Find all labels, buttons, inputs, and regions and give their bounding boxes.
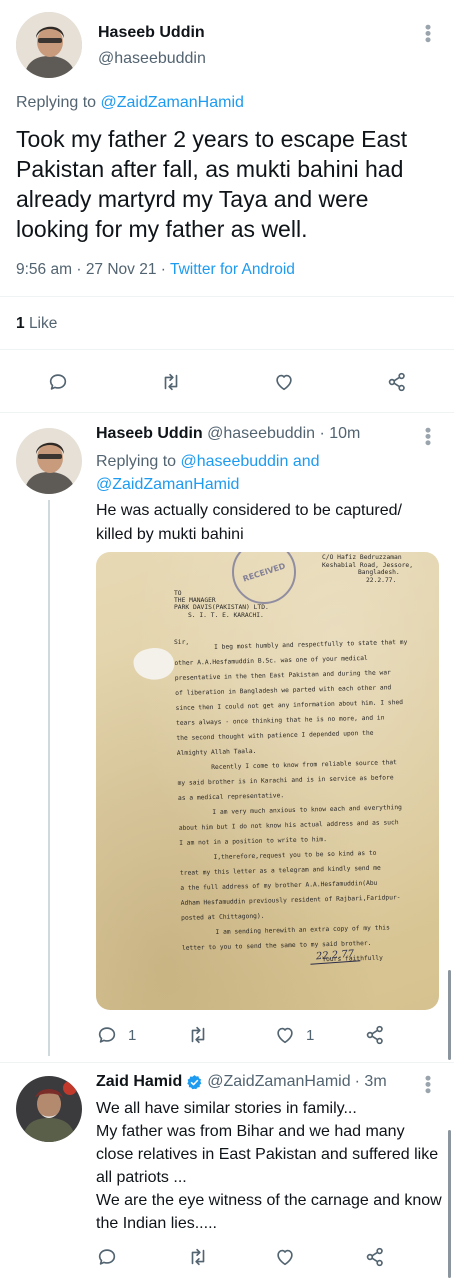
author-name[interactable]: Haseeb Uddin [98, 24, 205, 42]
tweet-time[interactable]: 9:56 am [16, 261, 72, 278]
like-icon [276, 374, 292, 391]
share-button[interactable] [364, 1246, 386, 1268]
thread-line [48, 500, 50, 1056]
scrollbar[interactable] [448, 1130, 451, 1278]
likes-label: Like [28, 315, 58, 332]
retweet-icon [191, 1248, 205, 1266]
reply-header: Haseeb Uddin @haseebuddin · 10m [96, 425, 360, 443]
reply-age[interactable]: · 10m [319, 425, 360, 442]
avatar-photo-icon [16, 12, 82, 78]
reply-line: My father was from Bihar and we had many… [96, 1123, 439, 1186]
author-handle[interactable]: @haseebuddin [98, 50, 206, 68]
author-handle[interactable]: @haseebuddin [207, 425, 315, 442]
author-handle[interactable]: @ZaidZamanHamid [207, 1073, 350, 1091]
retweet-button[interactable] [187, 1246, 209, 1268]
retweet-icon [164, 373, 178, 391]
stamp-text: RECEIVED [241, 561, 287, 584]
like-button[interactable]: 1 [274, 1024, 314, 1046]
replying-to: Replying to @ZaidZamanHamid [16, 94, 244, 112]
replying-to-link[interactable]: @ZaidZamanHamid [96, 476, 239, 493]
reply-line: We all have similar stories in family... [96, 1100, 357, 1117]
likes-count: 1 [16, 315, 25, 332]
like-icon [277, 1249, 293, 1266]
author-name[interactable]: Haseeb Uddin [96, 425, 203, 442]
letter-recipient: TO THE MANAGER PARK DAVIS(PAKISTAN) LTD.… [174, 590, 269, 619]
reply-header: Zaid Hamid @ZaidZamanHamid · 3m [96, 1073, 387, 1091]
recipient-line: S. I. T. E. KARACHI. [188, 611, 264, 619]
recipient-line: TO [174, 590, 182, 597]
recipient-line: THE MANAGER [174, 597, 216, 605]
verified-icon [187, 1074, 202, 1089]
share-button[interactable] [386, 371, 408, 393]
meta-separator: · [76, 261, 82, 278]
reply-count: 1 [128, 1026, 137, 1044]
signature-date: 22.2.77 [315, 948, 355, 963]
reply-button[interactable] [96, 1246, 118, 1268]
address-line: Keshabial Road, Jessore, [322, 561, 413, 569]
address-line: C/O Hafiz Bedruzzaman [322, 554, 402, 561]
replying-to-link[interactable]: @haseebuddin [181, 453, 289, 470]
reply-button[interactable] [47, 371, 69, 393]
scrollbar[interactable] [448, 970, 451, 1060]
more-icon[interactable]: ••• [418, 1075, 438, 1094]
meta-separator: · [160, 261, 166, 278]
replying-prefix: Replying to [96, 453, 177, 470]
share-icon [366, 1247, 383, 1267]
like-button[interactable] [274, 1246, 296, 1268]
like-count: 1 [306, 1026, 315, 1044]
reply-icon [49, 374, 67, 390]
recipient-line: PARK DAVIS(PAKISTAN) LTD. [174, 604, 269, 612]
reply-age[interactable]: · 3m [355, 1073, 387, 1091]
likes-stat[interactable]: 1 Like [16, 315, 57, 333]
avatar-photo-icon [16, 428, 82, 494]
tweet-date[interactable]: 27 Nov 21 [86, 261, 157, 278]
retweet-button[interactable] [187, 1024, 209, 1046]
retweet-button[interactable] [160, 371, 182, 393]
avatar-photo-icon [16, 1076, 82, 1142]
share-icon [366, 1025, 383, 1045]
reply-icon [98, 1027, 116, 1043]
address-line: Bangladesh. [358, 569, 400, 576]
replying-and: and [292, 453, 320, 470]
reply-button[interactable]: 1 [96, 1024, 136, 1046]
divider [0, 412, 454, 413]
divider [0, 1062, 454, 1063]
avatar[interactable] [16, 1076, 82, 1142]
reply-text: We all have similar stories in family...… [96, 1097, 444, 1235]
retweet-icon [191, 1026, 205, 1044]
divider [0, 349, 454, 350]
reply-text: He was actually considered to be capture… [96, 502, 402, 543]
divider [0, 296, 454, 297]
tweet-meta: 9:56 am · 27 Nov 21 · Twitter for Androi… [16, 261, 295, 279]
like-button[interactable] [273, 371, 295, 393]
author-name[interactable]: Zaid Hamid [96, 1073, 182, 1091]
share-button[interactable] [364, 1024, 386, 1046]
like-icon [277, 1027, 293, 1044]
reply-line: We are the eye witness of the carnage an… [96, 1192, 442, 1232]
tweet-source[interactable]: Twitter for Android [170, 261, 295, 278]
replying-to: Replying to @haseebuddin and @ZaidZamanH… [96, 450, 436, 496]
reply-icon [98, 1249, 116, 1265]
avatar[interactable] [16, 428, 82, 494]
attached-letter-image[interactable]: RECEIVED C/O Hafiz Bedruzzaman Keshabial… [96, 552, 439, 1010]
avatar[interactable] [16, 12, 82, 78]
more-icon[interactable]: ••• [418, 427, 438, 446]
more-icon[interactable]: ••• [418, 24, 438, 43]
tweet-text: Took my father 2 years to escape East Pa… [16, 126, 408, 242]
address-line: 22.2.77. [366, 576, 397, 584]
share-icon [388, 372, 405, 392]
replying-prefix: Replying to [16, 94, 97, 111]
replying-to-link[interactable]: @ZaidZamanHamid [101, 94, 244, 111]
letter-body: I beg most humbly and respectfully to st… [174, 639, 439, 976]
letter-address: C/O Hafiz Bedruzzaman Keshabial Road, Je… [322, 554, 413, 584]
